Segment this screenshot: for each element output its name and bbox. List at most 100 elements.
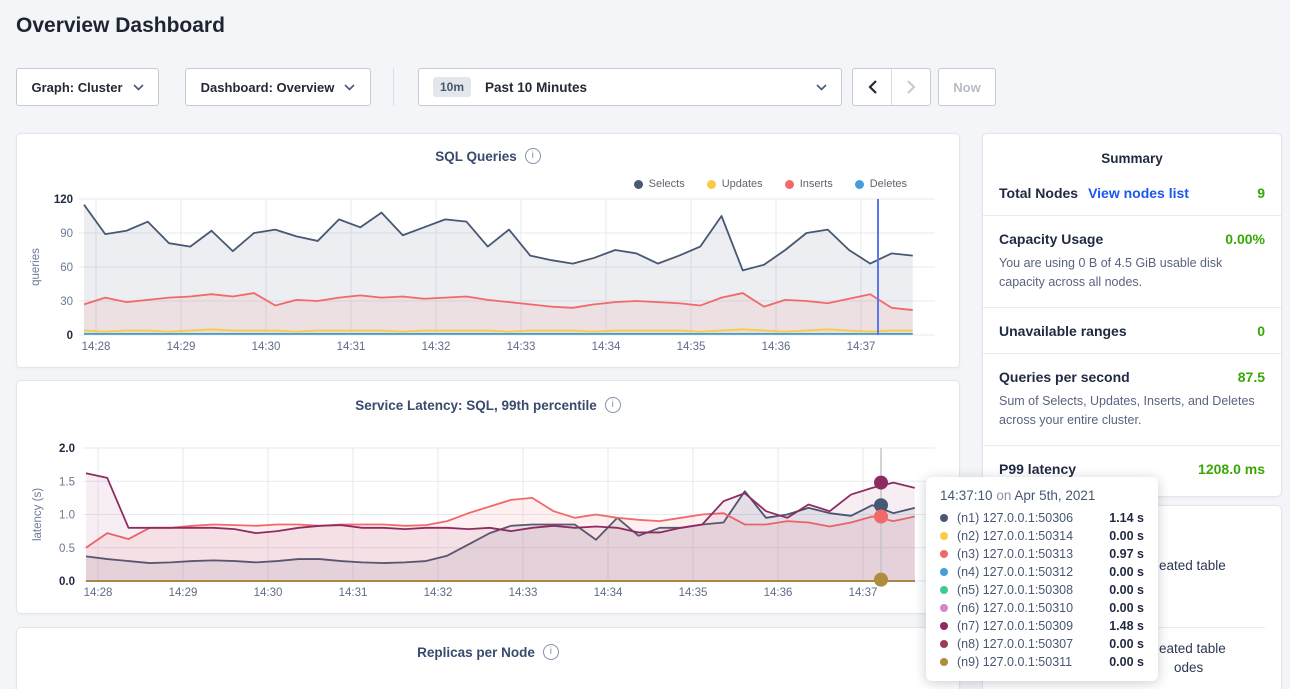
node-color-dot-icon (940, 514, 948, 522)
svg-text:queries: queries (30, 248, 42, 286)
capacity-usage-label: Capacity Usage (999, 231, 1103, 247)
event-text-fragment: eated table (1159, 641, 1226, 656)
summary-row-unavailable-ranges: Unavailable ranges 0 (983, 308, 1281, 354)
node-color-dot-icon (940, 586, 948, 594)
event-text-fragment: eated table (1159, 558, 1226, 573)
qps-description: Sum of Selects, Updates, Inserts, and De… (999, 392, 1265, 431)
svg-text:14:34: 14:34 (592, 341, 621, 353)
svg-text:14:37: 14:37 (847, 341, 876, 353)
svg-text:14:36: 14:36 (762, 341, 791, 353)
svg-text:14:32: 14:32 (424, 587, 453, 599)
tooltip-node-label: (n1) 127.0.0.1:50306 (957, 511, 1073, 525)
tooltip-node-label: (n8) 127.0.0.1:50307 (957, 637, 1073, 651)
tooltip-node-row: (n9) 127.0.0.1:503110.00 s (940, 653, 1144, 671)
tooltip-node-value: 0.00 s (1109, 565, 1144, 579)
summary-row-qps: Queries per second 87.5 Sum of Selects, … (983, 354, 1281, 446)
svg-text:30: 30 (60, 296, 73, 308)
total-nodes-label: Total Nodes (999, 185, 1078, 201)
svg-text:1.5: 1.5 (59, 476, 75, 488)
now-button[interactable]: Now (938, 68, 996, 106)
controls-divider (393, 68, 394, 106)
tooltip-node-label: (n5) 127.0.0.1:50308 (957, 583, 1073, 597)
tooltip-node-label: (n6) 127.0.0.1:50310 (957, 601, 1073, 615)
svg-text:14:35: 14:35 (679, 587, 708, 599)
svg-text:14:29: 14:29 (167, 341, 196, 353)
tooltip-node-label: (n9) 127.0.0.1:50311 (957, 655, 1072, 669)
tooltip-node-row: (n5) 127.0.0.1:50308 0.00 s (940, 581, 1144, 599)
info-icon[interactable]: i (543, 644, 559, 660)
summary-row-capacity: Capacity Usage 0.00% You are using 0 B o… (983, 216, 1281, 308)
tooltip-node-row: (n1) 127.0.0.1:50306 1.14 s (940, 509, 1144, 527)
svg-text:14:28: 14:28 (82, 341, 111, 353)
tooltip-node-row: (n8) 127.0.0.1:50307 0.00 s (940, 635, 1144, 653)
now-button-label: Now (953, 80, 980, 95)
summary-row-total-nodes: Total Nodes View nodes list 9 (983, 170, 1281, 216)
tooltip-node-value: 0.97 s (1109, 547, 1144, 561)
tooltip-node-value: 0.00 s (1109, 637, 1144, 651)
p99-latency-label: P99 latency (999, 461, 1076, 477)
tooltip-node-label: (n4) 127.0.0.1:50312 (957, 565, 1073, 579)
tooltip-node-value: 0.00 s (1109, 601, 1144, 615)
svg-text:2.0: 2.0 (59, 443, 75, 455)
unavailable-ranges-value: 0 (1257, 323, 1265, 339)
time-prev-button[interactable] (853, 69, 891, 105)
tooltip-timestamp: 14:37:10 on Apr 5th, 2021 (940, 488, 1144, 503)
overview-dashboard-page: Overview Dashboard Graph: Cluster Dashbo… (0, 0, 1290, 689)
tooltip-node-row: (n3) 127.0.0.1:503130.97 s (940, 545, 1144, 563)
chevron-left-icon (868, 80, 877, 94)
capacity-usage-description: You are using 0 B of 4.5 GiB usable disk… (999, 254, 1265, 293)
tooltip-node-row: (n6) 127.0.0.1:50310 0.00 s (940, 599, 1144, 617)
graph-dropdown[interactable]: Graph: Cluster (16, 68, 159, 106)
svg-text:14:31: 14:31 (339, 587, 368, 599)
svg-text:14:37: 14:37 (849, 587, 878, 599)
tooltip-node-value: 1.48 s (1109, 619, 1144, 633)
replicas-per-node-title: Replicas per Node (417, 645, 535, 660)
svg-text:1.0: 1.0 (59, 510, 75, 522)
tooltip-node-label: (n7) 127.0.0.1:50309 (957, 619, 1073, 633)
svg-text:60: 60 (60, 262, 73, 274)
node-color-dot-icon (940, 568, 948, 576)
svg-text:14:33: 14:33 (509, 587, 538, 599)
node-color-dot-icon (940, 658, 948, 666)
node-color-dot-icon (940, 532, 948, 540)
svg-text:14:28: 14:28 (84, 587, 113, 599)
dashboard-dropdown-label: Dashboard: Overview (201, 80, 335, 95)
time-next-button[interactable] (891, 69, 930, 105)
svg-text:14:35: 14:35 (677, 341, 706, 353)
chevron-down-icon (344, 84, 355, 91)
qps-value: 87.5 (1238, 369, 1265, 385)
svg-text:latency (s): latency (s) (32, 488, 44, 541)
tooltip-node-value: 0.00 s (1109, 583, 1144, 597)
svg-text:0.5: 0.5 (59, 543, 75, 555)
tooltip-node-row: (n7) 127.0.0.1:50309 1.48 s (940, 617, 1144, 635)
chevron-down-icon (816, 84, 827, 91)
qps-label: Queries per second (999, 369, 1130, 385)
svg-text:14:33: 14:33 (507, 341, 536, 353)
svg-text:14:31: 14:31 (337, 341, 366, 353)
summary-panel: Summary Total Nodes View nodes list 9 Ca… (982, 133, 1282, 497)
node-color-dot-icon (940, 604, 948, 612)
time-range-label: Past 10 Minutes (485, 80, 816, 95)
chevron-right-icon (907, 80, 916, 94)
summary-heading: Summary (983, 134, 1281, 170)
svg-text:14:32: 14:32 (422, 341, 451, 353)
tooltip-node-label: (n2) 127.0.0.1:50314 (957, 529, 1073, 543)
sql-queries-chart[interactable]: 14:2814:2914:3014:3114:3214:3314:3414:35… (17, 134, 961, 369)
chart-hover-tooltip: 14:37:10 on Apr 5th, 2021 (n1) 127.0.0.1… (926, 477, 1158, 681)
tooltip-node-value: 1.14 s (1109, 511, 1144, 525)
node-color-dot-icon (940, 622, 948, 630)
tooltip-node-row: (n4) 127.0.0.1:50312 0.00 s (940, 563, 1144, 581)
view-nodes-list-link[interactable]: View nodes list (1088, 185, 1189, 201)
svg-text:14:34: 14:34 (594, 587, 623, 599)
service-latency-chart[interactable]: 14:2814:2914:3014:3114:3214:3314:3414:35… (17, 381, 961, 615)
svg-text:14:29: 14:29 (169, 587, 198, 599)
dashboard-dropdown[interactable]: Dashboard: Overview (185, 68, 371, 106)
svg-text:120: 120 (54, 194, 73, 206)
svg-text:14:36: 14:36 (764, 587, 793, 599)
capacity-usage-value: 0.00% (1225, 231, 1265, 247)
page-title: Overview Dashboard (16, 14, 225, 38)
svg-text:90: 90 (60, 228, 73, 240)
time-range-picker[interactable]: 10m Past 10 Minutes (418, 68, 842, 106)
replicas-per-node-card: Replicas per Node i (16, 627, 960, 689)
time-range-badge: 10m (433, 77, 471, 97)
